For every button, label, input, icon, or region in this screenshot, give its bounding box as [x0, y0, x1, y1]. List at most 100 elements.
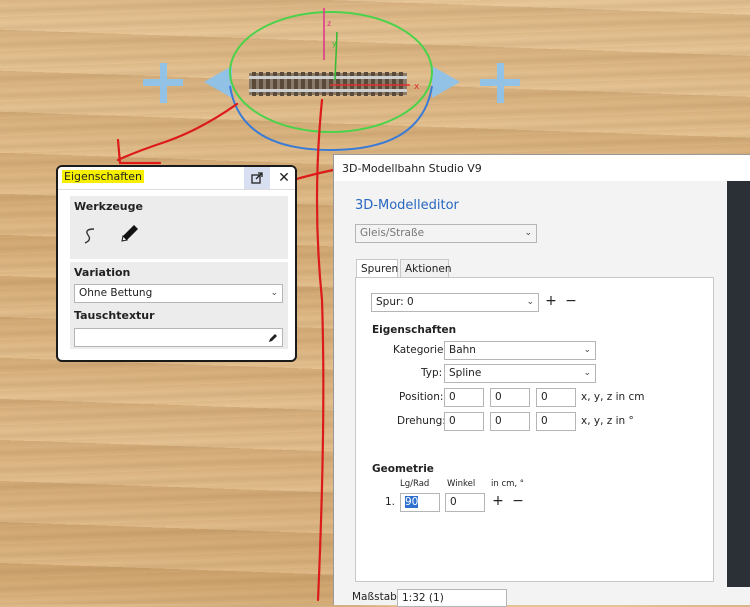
track-sleeper	[301, 72, 305, 96]
position-x-input[interactable]: 0	[444, 388, 484, 407]
track-sleeper	[322, 72, 326, 96]
track-sleeper	[252, 72, 256, 96]
tab-aktionen-label: Aktionen	[405, 263, 452, 275]
track-sleeper	[357, 72, 361, 96]
position-label: Position:	[399, 391, 444, 403]
plus-icon: +	[492, 493, 504, 509]
chevron-down-icon: ⌄	[583, 345, 591, 355]
typ-value: Spline	[449, 367, 482, 379]
track-sleeper	[329, 72, 333, 96]
kategorie-value: Bahn	[449, 344, 476, 356]
close-button[interactable]: ✕	[274, 168, 294, 188]
editor-window: 3D-Modellbahn Studio V9 3D-Modelleditor …	[333, 154, 750, 607]
drehung-z-value: 0	[541, 415, 548, 427]
chevron-down-icon: ⌄	[583, 368, 591, 378]
detach-icon	[251, 172, 263, 184]
track-sleeper	[266, 72, 270, 96]
typ-combo[interactable]: Spline ⌄	[444, 364, 596, 383]
winkel-value: 0	[450, 496, 457, 508]
col-winkel-label: Winkel	[447, 479, 476, 489]
lgrad-input[interactable]: 90	[400, 493, 440, 512]
close-icon: ✕	[278, 170, 290, 186]
rotate-ring-green[interactable]	[229, 11, 433, 133]
track-sleeper	[343, 72, 347, 96]
position-z-value: 0	[541, 391, 548, 403]
spuren-panel: Spur: 0 ⌄ + − Eigenschaften Kategorie: B…	[355, 277, 714, 582]
remove-spur-button[interactable]: −	[563, 294, 579, 310]
remove-segment-button[interactable]: −	[510, 494, 526, 510]
lgrad-value: 90	[405, 496, 419, 508]
track-sleeper	[308, 72, 312, 96]
rotate-ring-blue[interactable]	[229, 85, 433, 152]
kategorie-label: Kategorie:	[393, 344, 448, 356]
spline-tool-icon[interactable]	[82, 226, 98, 246]
drehung-unit: x, y, z in °	[581, 415, 634, 427]
kategorie-combo[interactable]: Bahn ⌄	[444, 341, 596, 360]
category-combo[interactable]: Gleis/Straße ⌄	[355, 224, 537, 243]
row-index: 1.	[385, 496, 396, 508]
spur-value: Spur: 0	[376, 296, 414, 308]
drehung-y-value: 0	[495, 415, 502, 427]
move-handle-left[interactable]	[143, 63, 232, 103]
edit-pencil-icon[interactable]	[268, 333, 278, 343]
drehung-x-input[interactable]: 0	[444, 412, 484, 431]
position-z-input[interactable]: 0	[536, 388, 576, 407]
tauschtextur-label: Tauschtextur	[74, 309, 155, 322]
track-sleeper	[378, 72, 382, 96]
tab-spuren-label: Spuren	[361, 263, 399, 275]
tauschtextur-field[interactable]	[74, 328, 283, 347]
position-y-value: 0	[495, 391, 502, 403]
track-sleeper	[392, 72, 396, 96]
add-segment-button[interactable]: +	[490, 494, 506, 510]
bottom-value-field[interactable]: 1:32 (1)	[397, 589, 507, 607]
eigenschaften-label: Eigenschaften	[372, 324, 457, 336]
y-axis[interactable]	[334, 31, 338, 81]
track-sleeper	[364, 72, 368, 96]
track-piece[interactable]	[249, 72, 407, 96]
chevron-down-icon: ⌄	[524, 228, 532, 238]
track-sleeper	[287, 72, 291, 96]
drehung-x-value: 0	[449, 415, 456, 427]
variation-combo[interactable]: Ohne Bettung ⌄	[74, 284, 283, 303]
move-handle-right[interactable]	[432, 63, 520, 103]
window-title: 3D-Modellbahn Studio V9	[342, 162, 482, 175]
add-spur-button[interactable]: +	[543, 294, 559, 310]
tab-spuren[interactable]: Spuren	[356, 259, 398, 279]
track-sleeper	[385, 72, 389, 96]
spur-combo[interactable]: Spur: 0 ⌄	[371, 293, 539, 312]
typ-label: Typ:	[421, 367, 443, 379]
drehung-z-input[interactable]: 0	[536, 412, 576, 431]
minus-icon: −	[565, 293, 577, 309]
y-axis-label: y	[332, 39, 337, 48]
properties-title: Eigenschaften	[62, 170, 144, 183]
track-sleeper	[259, 72, 263, 96]
position-y-input[interactable]: 0	[490, 388, 530, 407]
pencil-icon[interactable]	[118, 221, 142, 245]
window-titlebar: 3D-Modellbahn Studio V9	[334, 155, 750, 181]
category-value: Gleis/Straße	[360, 227, 425, 239]
bottom-label: Maßstab	[352, 591, 397, 603]
variation-label: Variation	[74, 266, 131, 279]
track-sleeper	[294, 72, 298, 96]
editor-heading: 3D-Modelleditor	[355, 198, 459, 213]
track-sleeper	[350, 72, 354, 96]
track-sleeper	[273, 72, 277, 96]
bottom-value: 1:32 (1)	[402, 592, 444, 604]
tab-aktionen[interactable]: Aktionen	[400, 259, 452, 278]
col-lgrad-label: Lg/Rad	[400, 479, 430, 489]
detach-button[interactable]	[244, 167, 270, 189]
plus-icon: +	[545, 293, 557, 309]
col-units-label: in cm, °	[491, 479, 525, 489]
track-sleeper	[280, 72, 284, 96]
viewport-strip	[727, 181, 750, 587]
track-sleeper	[371, 72, 375, 96]
properties-panel: Eigenschaften ✕ Werkzeuge Variation Ohne…	[56, 165, 297, 362]
winkel-input[interactable]: 0	[445, 493, 485, 512]
drehung-y-input[interactable]: 0	[490, 412, 530, 431]
chevron-down-icon: ⌄	[270, 288, 278, 298]
geometrie-label: Geometrie	[372, 463, 434, 475]
variation-section: Variation Ohne Bettung ⌄ Tauschtextur	[70, 262, 288, 349]
bottom-bar: Maßstab 1:32 (1)	[334, 587, 750, 607]
tools-section: Werkzeuge	[70, 196, 288, 259]
chevron-down-icon: ⌄	[526, 297, 534, 307]
